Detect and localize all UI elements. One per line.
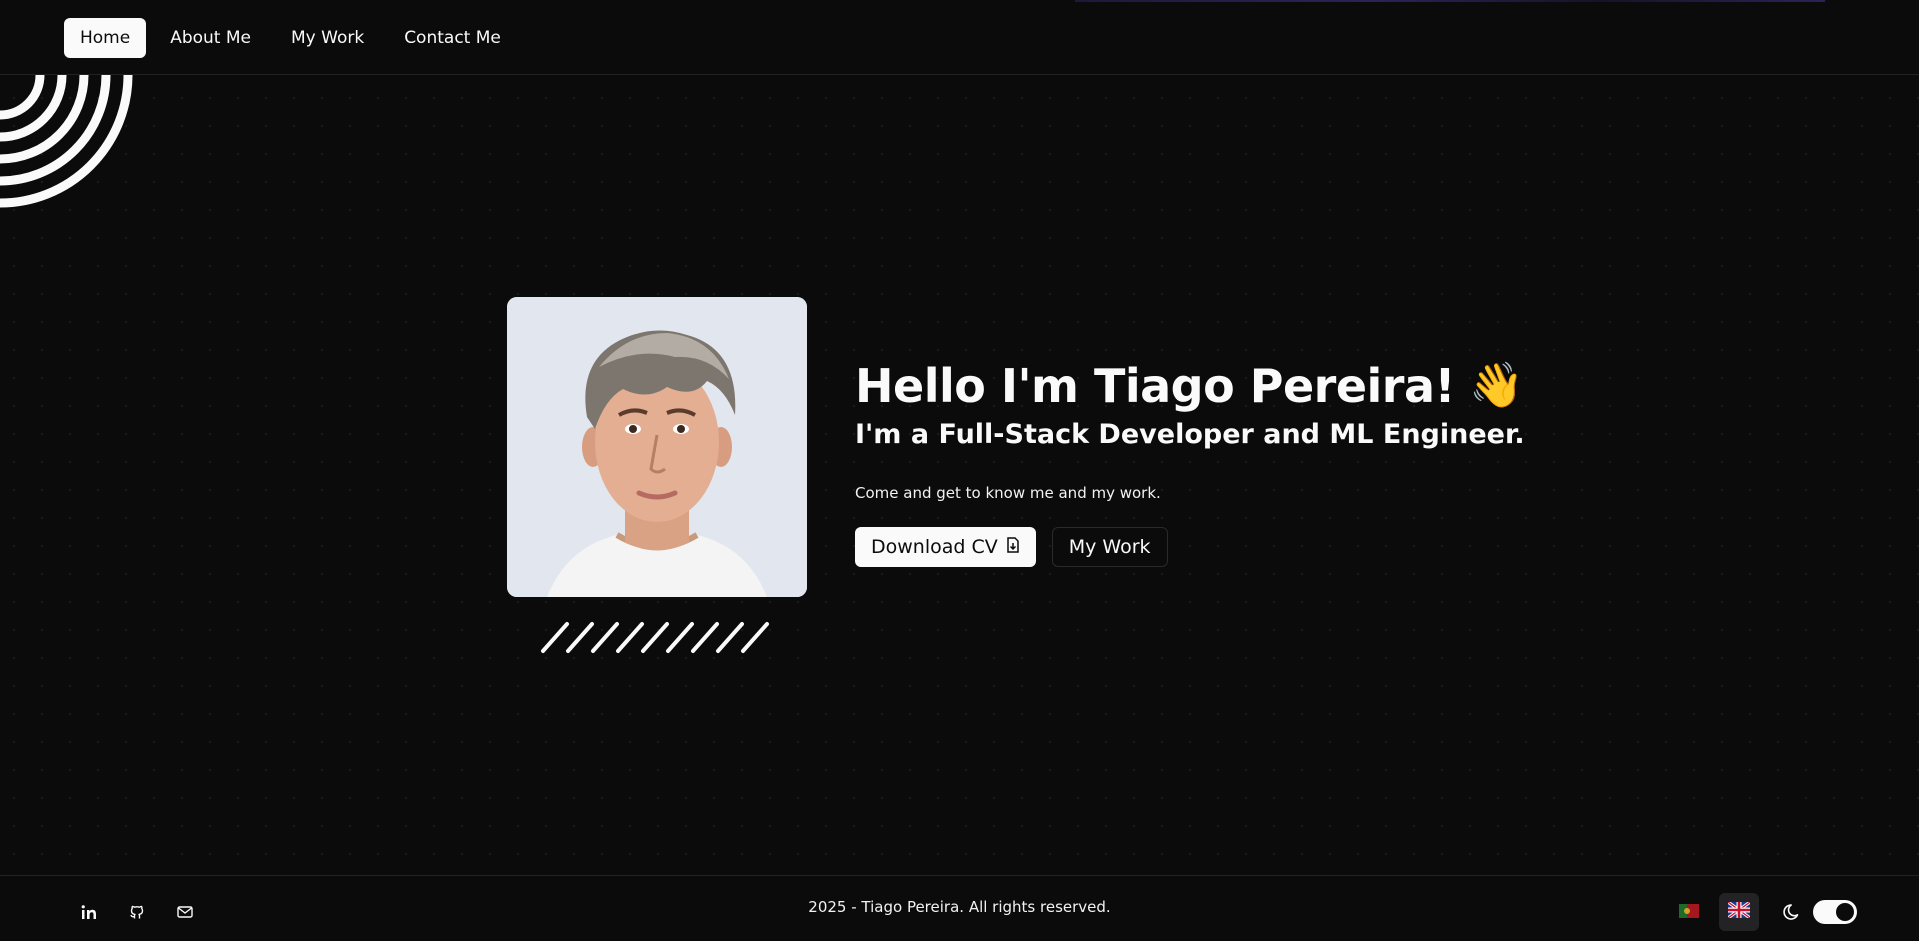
hero-subtitle: I'm a Full-Stack Developer and ML Engine… <box>855 419 1525 450</box>
nav-item-home[interactable]: Home <box>64 18 147 58</box>
portugal-flag-icon <box>1679 903 1699 922</box>
decorative-arcs <box>0 75 140 210</box>
download-cv-button[interactable]: Download CV <box>855 527 1036 567</box>
site-footer: 2025 - Tiago Pereira. All rights reserve… <box>0 875 1919 941</box>
waving-hand-icon: 👋 <box>1469 360 1524 411</box>
language-pt-button[interactable] <box>1669 893 1709 931</box>
file-download-icon <box>1006 536 1020 558</box>
moon-icon <box>1783 902 1803 922</box>
uk-flag-icon <box>1727 900 1751 922</box>
decorative-slashes <box>540 620 776 654</box>
site-header: Home About Me My Work Contact Me <box>0 0 1919 75</box>
profile-photo <box>507 297 807 597</box>
hero-description: Come and get to know me and my work. <box>855 484 1161 502</box>
theme-toggle-knob <box>1836 903 1854 921</box>
main-nav: Home About Me My Work Contact Me <box>64 18 517 58</box>
header-accent-strip <box>1075 0 1825 2</box>
nav-item-about-me[interactable]: About Me <box>154 18 267 58</box>
hero-buttons: Download CV My Work <box>855 527 1555 567</box>
copyright-text: 2025 - Tiago Pereira. All rights reserve… <box>808 898 1111 916</box>
theme-toggle[interactable] <box>1813 900 1857 924</box>
my-work-button[interactable]: My Work <box>1051 527 1168 567</box>
language-en-button[interactable] <box>1719 893 1759 931</box>
hero-section: Hello I'm Tiago Pereira! 👋 I'm a Full-St… <box>855 356 1555 567</box>
hero-title: Hello I'm Tiago Pereira! 👋 <box>855 356 1555 416</box>
my-work-label: My Work <box>1068 536 1151 558</box>
footer-controls <box>1669 893 1857 931</box>
download-cv-label: Download CV <box>871 536 998 558</box>
hero-title-text: Hello I'm Tiago Pereira! <box>855 359 1456 413</box>
nav-item-contact-me[interactable]: Contact Me <box>388 18 517 58</box>
nav-item-my-work[interactable]: My Work <box>275 18 380 58</box>
